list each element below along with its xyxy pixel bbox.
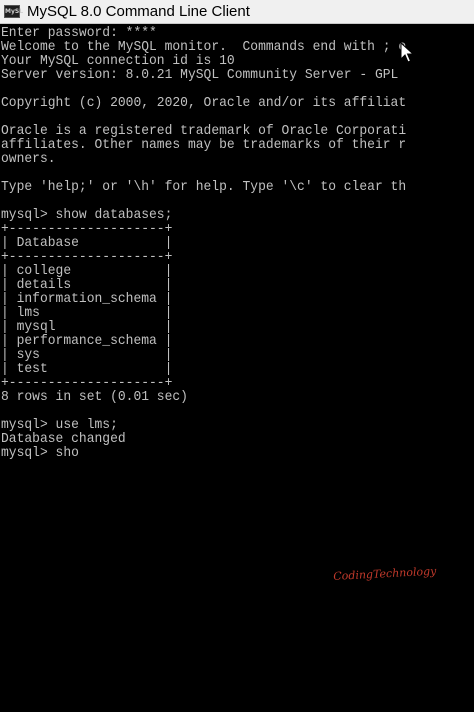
console-line: Oracle is a registered trademark of Orac… [1, 124, 407, 139]
table-row-line: | performance_schema | [1, 334, 173, 349]
mysql-console-window: MySL MySQL 8.0 Command Line Client Enter… [0, 0, 474, 712]
console-line: 8 rows in set (0.01 sec) [1, 390, 188, 405]
mysql-console-icon[interactable]: MySL [4, 5, 23, 18]
console-line: Type 'help;' or '\h' for help. Type '\c'… [1, 180, 407, 195]
table-row-line: | test | [1, 362, 173, 377]
console-line: owners. [1, 152, 56, 167]
console-line: Your MySQL connection id is 10 [1, 54, 235, 69]
console-line: affiliates. Other names may be trademark… [1, 138, 407, 153]
console-line: mysql> use lms; [1, 418, 118, 433]
table-row-line: | information_schema | [1, 292, 173, 307]
console-line: Database changed [1, 432, 126, 447]
console-line: Server version: 8.0.21 MySQL Community S… [1, 68, 399, 83]
table-row-line: | college | [1, 264, 173, 279]
console-output[interactable]: Enter password: **** Welcome to the MySQ… [0, 25, 474, 712]
console-line: Welcome to the MySQL monitor. Commands e… [1, 40, 407, 55]
table-border-line: +--------------------+ [1, 376, 173, 391]
table-row-line: | details | [1, 278, 173, 293]
window-title: MySQL 8.0 Command Line Client [27, 3, 250, 20]
mouse-pointer-icon [400, 42, 415, 63]
table-border-line: +--------------------+ [1, 250, 173, 265]
table-header-line: | Database | [1, 236, 173, 251]
table-row-line: | lms | [1, 306, 173, 321]
console-line: mysql> show databases; [1, 208, 173, 223]
title-bar[interactable]: MySL MySQL 8.0 Command Line Client [0, 0, 474, 24]
console-line: Enter password: **** [1, 26, 157, 41]
table-border-line: +--------------------+ [1, 222, 173, 237]
console-line: Copyright (c) 2000, 2020, Oracle and/or … [1, 96, 407, 111]
command-prompt-line[interactable]: mysql> sho [1, 447, 79, 461]
table-row-line: | mysql | [1, 320, 173, 335]
table-row-line: | sys | [1, 348, 173, 363]
